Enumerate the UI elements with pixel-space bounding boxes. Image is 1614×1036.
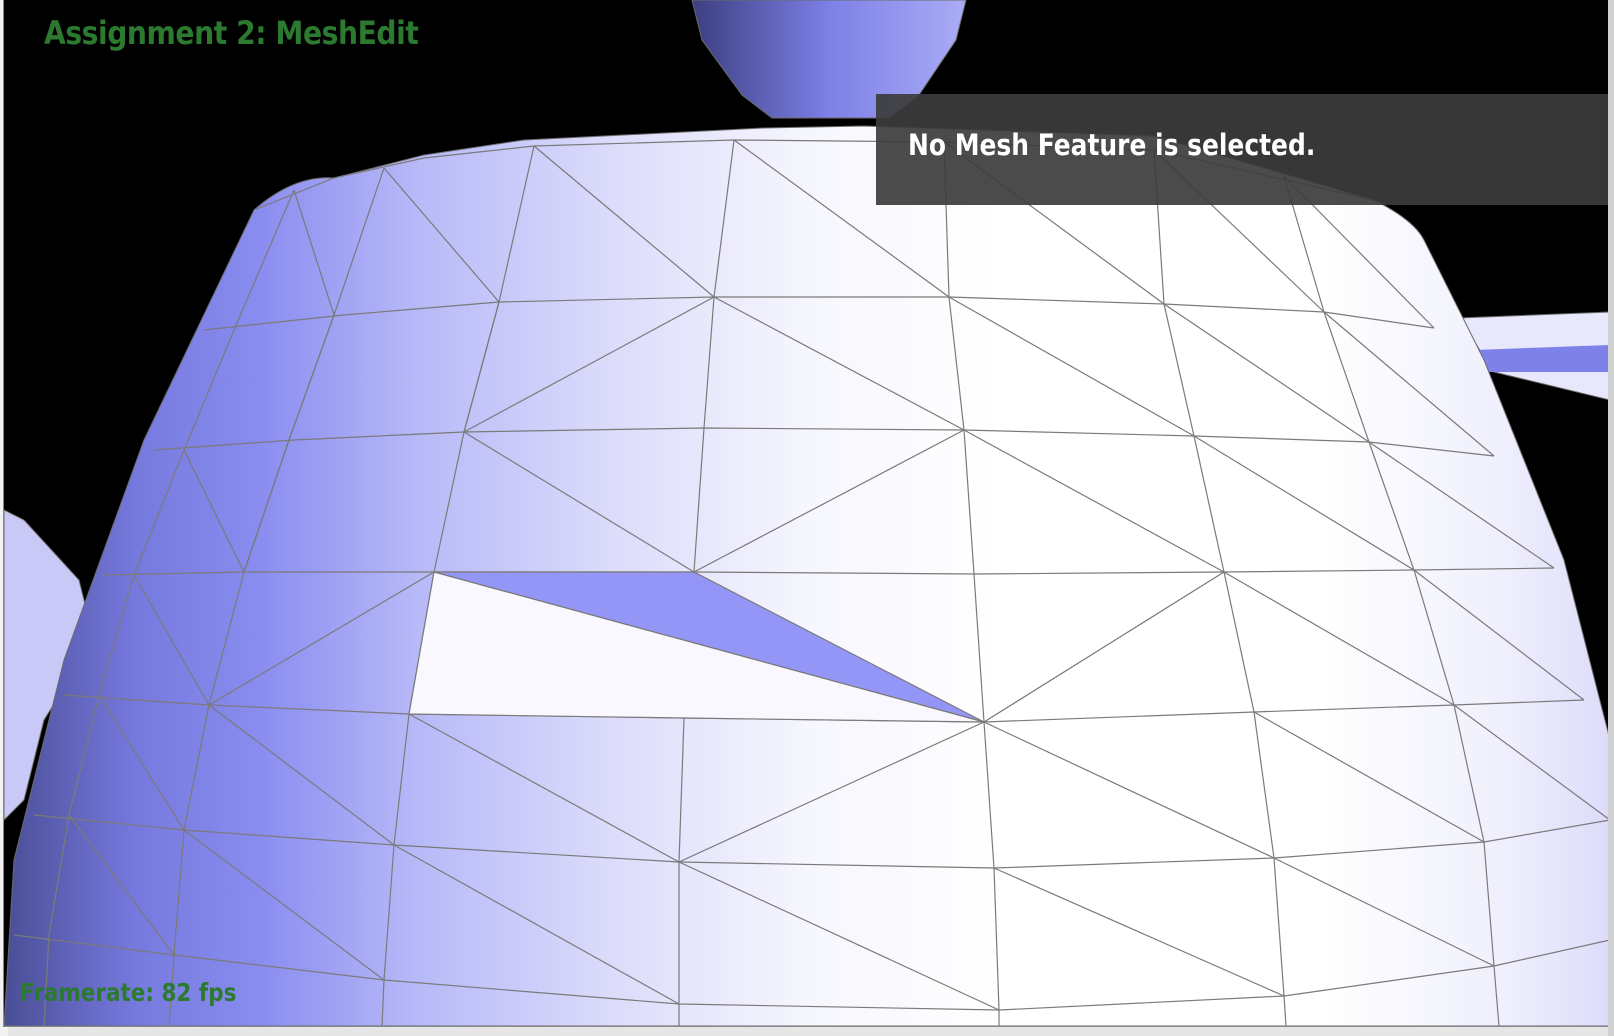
window-scrollbar[interactable] bbox=[1608, 0, 1614, 1036]
teapot-body bbox=[4, 125, 1610, 1026]
app-title: Assignment 2: MeshEdit bbox=[44, 14, 419, 52]
info-panel: No Mesh Feature is selected. bbox=[876, 94, 1610, 205]
selection-status-text: No Mesh Feature is selected. bbox=[908, 128, 1316, 162]
meshedit-window: Assignment 2: MeshEdit No Mesh Feature i… bbox=[4, 0, 1610, 1026]
framerate-readout: Framerate: 82 fps bbox=[20, 978, 237, 1007]
